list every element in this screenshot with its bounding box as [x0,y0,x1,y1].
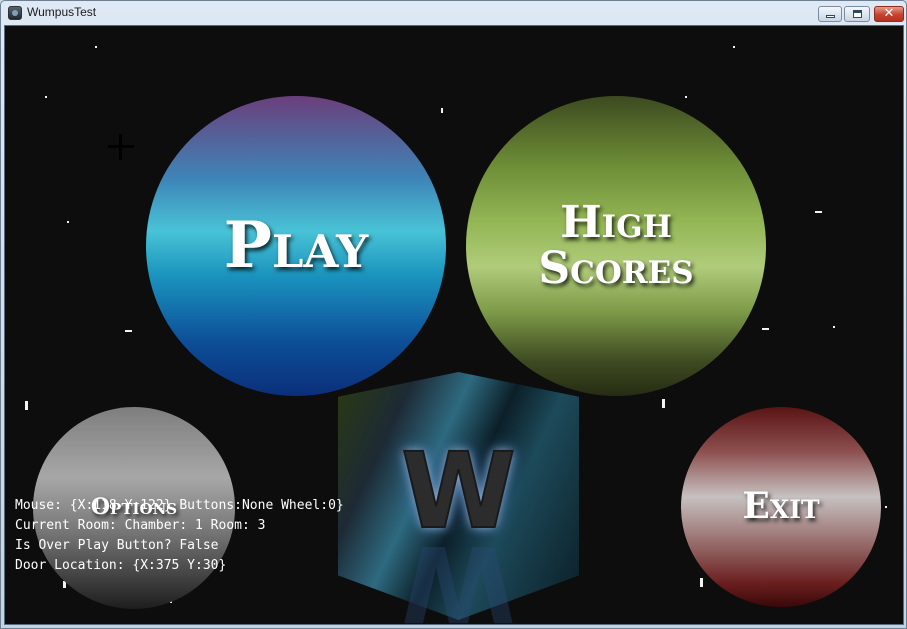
game-canvas[interactable]: Play High Scores Options Exit W W Mouse:… [4,25,904,625]
play-label: Play [223,208,369,284]
debug-over-play: Is Over Play Button? False [15,538,219,553]
star [700,578,703,587]
play-button[interactable]: Play [146,96,446,396]
logo-reflection: W [401,522,516,625]
star [25,401,28,410]
star [441,108,443,113]
star [762,328,769,330]
debug-door-location: Door Location: {X:375 Y:30} [15,558,227,573]
high-scores-button[interactable]: High Scores [466,96,766,396]
star [685,96,687,98]
title-bar[interactable]: WumpusTest ✕ [1,1,906,25]
star [45,96,47,98]
close-button[interactable]: ✕ [874,6,904,22]
star [733,46,735,48]
star [662,399,665,408]
star [815,211,822,213]
game-window: WumpusTest ✕ Play High Scores Options Ex… [0,0,907,629]
window-title: WumpusTest [27,5,97,19]
close-icon: ✕ [883,6,895,21]
star [833,326,835,328]
debug-overlay: Mouse: {X:118 Y:122} Buttons:None Wheel:… [15,496,344,576]
star [67,221,69,223]
exit-button[interactable]: Exit [681,407,881,607]
minimize-button[interactable] [818,6,842,22]
star [885,506,887,508]
maximize-button[interactable] [844,6,870,22]
star [95,46,97,48]
crosshair-cursor-icon [108,134,134,160]
debug-mouse: Mouse: {X:118 Y:122} Buttons:None Wheel:… [15,498,344,513]
star [125,330,132,332]
exit-label: Exit [742,485,820,528]
app-icon [8,6,22,20]
wumpus-logo: W W [338,372,579,624]
debug-current-room: Current Room: Chamber: 1 Room: 3 [15,518,266,533]
high-scores-label: High Scores [538,196,694,294]
